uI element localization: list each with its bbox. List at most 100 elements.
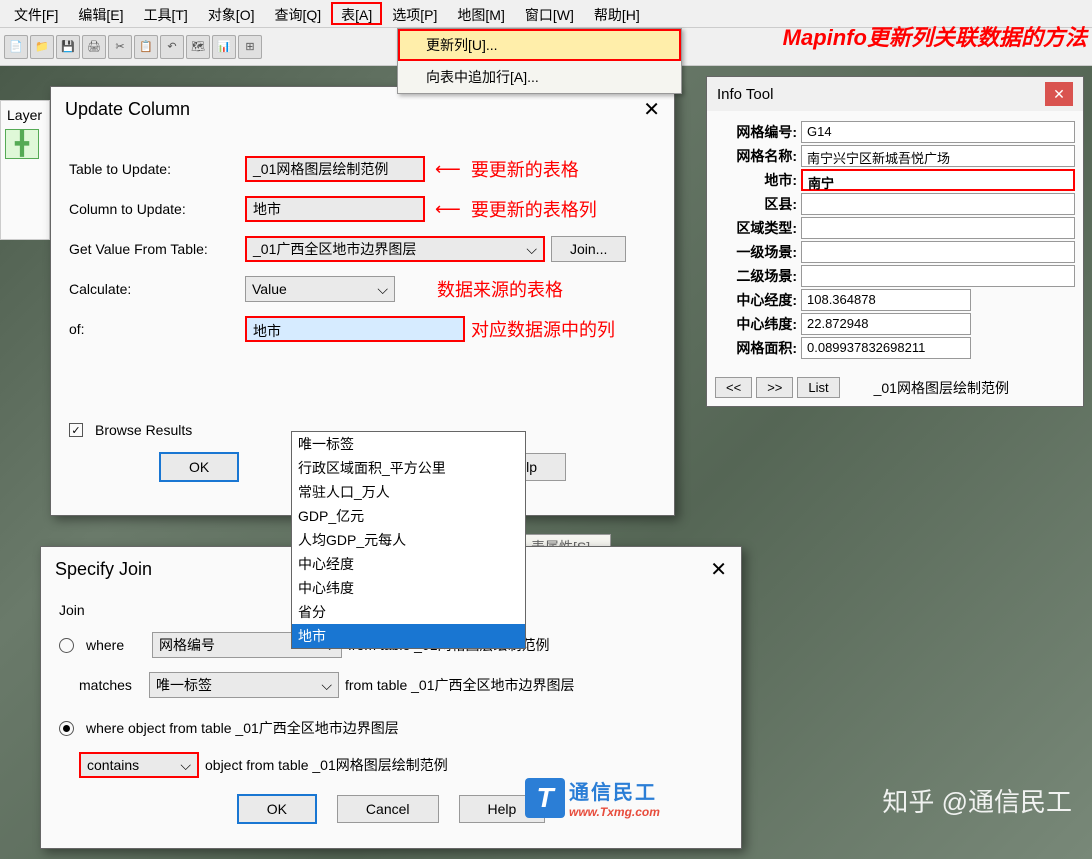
toolbar-icon[interactable]: 📋 xyxy=(134,35,158,59)
arrow-icon: ⟵ xyxy=(431,159,465,180)
of-option[interactable]: 唯一标签 xyxy=(292,432,525,456)
info-value[interactable]: 南宁兴宁区新城吾悦广场 xyxy=(801,145,1075,167)
info-value[interactable] xyxy=(801,265,1075,287)
close-icon[interactable]: ✕ xyxy=(710,557,727,582)
prev-button[interactable]: << xyxy=(715,377,752,398)
menu-help[interactable]: 帮助[H] xyxy=(584,2,650,25)
menu-edit[interactable]: 编辑[E] xyxy=(68,2,133,25)
toolbar-icon[interactable]: 📄 xyxy=(4,35,28,59)
toolbar-icon[interactable]: ⊞ xyxy=(238,35,262,59)
menu-file[interactable]: 文件[F] xyxy=(4,2,68,25)
add-layer-button[interactable]: ╋ xyxy=(5,129,39,159)
menu-query[interactable]: 查询[Q] xyxy=(264,2,331,25)
close-icon[interactable]: ✕ xyxy=(643,97,660,122)
toolbar-icon[interactable]: 📊 xyxy=(212,35,236,59)
info-value[interactable] xyxy=(801,217,1075,239)
info-label: 中心纬度: xyxy=(715,314,797,334)
browse-results-label: Browse Results xyxy=(95,422,192,438)
browse-results-checkbox[interactable] xyxy=(69,423,83,437)
contains-select[interactable]: contains⌵ xyxy=(79,752,199,778)
of-option-selected[interactable]: 地市 xyxy=(292,624,525,648)
info-value[interactable] xyxy=(801,241,1075,263)
info-tool-title-bar: Info Tool ✕ xyxy=(707,77,1083,111)
info-label: 区域类型: xyxy=(715,218,797,238)
where-radio[interactable] xyxy=(59,638,74,653)
dialog-title-text: Specify Join xyxy=(55,559,152,580)
annotation-source: 数据来源的表格 xyxy=(437,276,563,302)
info-value[interactable]: 22.872948 xyxy=(801,313,971,335)
spatial-object-text: object from table _01网格图层绘制范例 xyxy=(205,755,448,775)
ok-button[interactable]: OK xyxy=(237,794,317,824)
join-button[interactable]: Join... xyxy=(551,236,626,262)
info-value[interactable]: 0.089937832698211 xyxy=(801,337,971,359)
of-option[interactable]: 人均GDP_元每人 xyxy=(292,528,525,552)
calculate-label: Calculate: xyxy=(69,281,239,297)
info-source-label: _01网格图层绘制范例 xyxy=(874,378,1009,398)
list-button[interactable]: List xyxy=(797,377,839,398)
toolbar-icon[interactable]: 📁 xyxy=(30,35,54,59)
table-to-update-label: Table to Update: xyxy=(69,161,239,177)
menu-tools[interactable]: 工具[T] xyxy=(133,2,197,25)
of-option[interactable]: 行政区域面积_平方公里 xyxy=(292,456,525,480)
toolbar-icon[interactable]: 🖨 xyxy=(82,35,106,59)
info-value[interactable] xyxy=(801,193,1075,215)
matches-label: matches xyxy=(79,677,143,693)
info-value-highlighted[interactable]: 南宁 xyxy=(801,169,1075,191)
arrow-icon: ⟵ xyxy=(431,199,465,220)
spatial-where-text: where object from table _01广西全区地市边界图层 xyxy=(86,718,399,738)
update-column-menu-item[interactable]: 更新列[U]... xyxy=(398,29,681,61)
close-icon[interactable]: ✕ xyxy=(1045,82,1073,106)
watermark-zhihu: 知乎 @通信民工 xyxy=(882,782,1072,819)
title-banner: Mapinfo更新列关联数据的方法 xyxy=(783,20,1087,52)
watermark-url: www.Txmg.com xyxy=(569,805,660,819)
menu-window[interactable]: 窗口[W] xyxy=(515,2,584,25)
of-option[interactable]: 中心纬度 xyxy=(292,576,525,600)
update-column-dialog: Update Column ✕ Table to Update: _01网格图层… xyxy=(50,86,675,516)
chevron-down-icon: ⌵ xyxy=(526,241,537,258)
info-label: 中心经度: xyxy=(715,290,797,310)
of-select[interactable]: 地市 xyxy=(245,316,465,342)
toolbar-icon[interactable]: ↶ xyxy=(160,35,184,59)
annotation-column: 要更新的表格列 xyxy=(471,196,597,222)
info-label: 网格名称: xyxy=(715,146,797,166)
of-option[interactable]: 中心经度 xyxy=(292,552,525,576)
info-label: 地市: xyxy=(715,170,797,190)
toolbar-icon[interactable]: 🗺 xyxy=(186,35,210,59)
info-label: 网格面积: xyxy=(715,338,797,358)
of-option[interactable]: GDP_亿元 xyxy=(292,504,525,528)
menu-options[interactable]: 选项[P] xyxy=(382,2,447,25)
layers-title: Layer xyxy=(5,105,45,125)
menu-map[interactable]: 地图[M] xyxy=(447,2,514,25)
of-option[interactable]: 常驻人口_万人 xyxy=(292,480,525,504)
menu-object[interactable]: 对象[O] xyxy=(198,2,265,25)
annotation-of: 对应数据源中的列 xyxy=(471,316,615,342)
get-value-from-select[interactable]: _01广西全区地市边界图层⌵ xyxy=(245,236,545,262)
ok-button[interactable]: OK xyxy=(159,452,239,482)
info-value[interactable]: G14 xyxy=(801,121,1075,143)
matches-field-select[interactable]: 唯一标签⌵ xyxy=(149,672,339,698)
column-to-update-select[interactable]: 地市 xyxy=(245,196,425,222)
table-to-update-select[interactable]: _01网格图层绘制范例 xyxy=(245,156,425,182)
info-value[interactable]: 108.364878 xyxy=(801,289,971,311)
spatial-where-radio[interactable] xyxy=(59,721,74,736)
menu-table[interactable]: 表[A] xyxy=(331,2,382,25)
watermark-icon: T xyxy=(525,778,565,818)
info-tool-panel: Info Tool ✕ 网格编号:G14 网格名称:南宁兴宁区新城吾悦广场 地市… xyxy=(706,76,1084,407)
of-dropdown-list: 唯一标签 行政区域面积_平方公里 常驻人口_万人 GDP_亿元 人均GDP_元每… xyxy=(291,431,526,649)
of-option[interactable]: 省分 xyxy=(292,600,525,624)
toolbar-icon[interactable]: ✂ xyxy=(108,35,132,59)
cancel-button[interactable]: Cancel xyxy=(337,795,439,823)
toolbar-icon[interactable]: 💾 xyxy=(56,35,80,59)
annotation-table: 要更新的表格 xyxy=(471,156,579,182)
chevron-down-icon: ⌵ xyxy=(180,757,191,774)
info-label: 二级场景: xyxy=(715,266,797,286)
next-button[interactable]: >> xyxy=(756,377,793,398)
chevron-down-icon: ⌵ xyxy=(377,281,388,298)
chevron-down-icon: ⌵ xyxy=(321,677,332,694)
info-label: 一级场景: xyxy=(715,242,797,262)
calculate-select[interactable]: Value⌵ xyxy=(245,276,395,302)
watermark-logo: T 通信民工 www.Txmg.com xyxy=(525,776,660,819)
append-row-menu-item[interactable]: 向表中追加行[A]... xyxy=(398,61,681,93)
info-label: 区县: xyxy=(715,194,797,214)
column-to-update-label: Column to Update: xyxy=(69,201,239,217)
